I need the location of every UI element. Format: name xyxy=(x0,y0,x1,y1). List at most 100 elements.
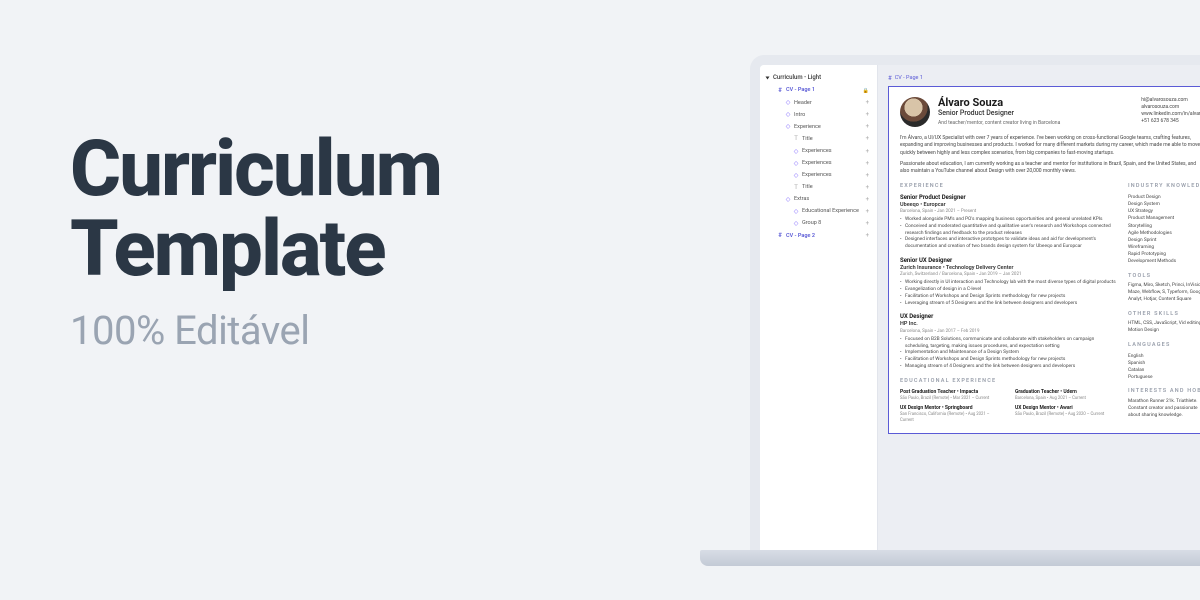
education-meta: São Paulo, Brazil (Remote) • Mar 2021 – … xyxy=(900,396,1001,402)
layer-row[interactable]: ◇Experiences+ xyxy=(760,170,877,182)
education-item: Graduation Teacher • UdernBarcelona, Spa… xyxy=(1015,389,1116,401)
education-column: Post Graduation Teacher • ImpactaSão Pau… xyxy=(900,389,1001,424)
device-frame: Curriculum - Light #CV - Page 1🔒◇Header+… xyxy=(750,55,1200,550)
hero-title-line1: Curriculum xyxy=(70,124,441,215)
frame-icon: # xyxy=(777,87,783,95)
component-icon: ◇ xyxy=(785,99,791,107)
component-icon: ◇ xyxy=(785,123,791,131)
side-list-item: Catalan xyxy=(1128,367,1200,374)
hero: Curriculum Template 100% Editável xyxy=(70,130,441,354)
layer-row[interactable]: #CV - Page 2+ xyxy=(760,230,877,242)
component-icon: ◇ xyxy=(793,172,799,180)
resume-main-column: EXPERIENCE Senior Product DesignerUbeeqo… xyxy=(900,183,1116,423)
canvas-frame-tab[interactable]: # CV - Page 1 xyxy=(888,75,923,83)
resume-name: Álvaro Souza xyxy=(938,97,1060,109)
side-list-item: Spanish xyxy=(1128,360,1200,367)
side-heading: INTERESTS AND HOB xyxy=(1128,388,1200,395)
text-icon: T xyxy=(793,135,799,143)
layer-row-label: Group 8 xyxy=(802,220,821,227)
layer-row-label: Experiences xyxy=(802,148,832,155)
layer-row[interactable]: ◇Experience + xyxy=(760,121,877,133)
layer-row[interactable]: ◇Group 8 + xyxy=(760,218,877,230)
add-icon[interactable]: + xyxy=(866,123,871,131)
education-meta: San Francisco, California (Remote) • Aug… xyxy=(900,412,1001,423)
add-icon[interactable]: + xyxy=(866,135,871,143)
side-list-item: Product Design xyxy=(1128,194,1200,201)
resume-role: Senior Product Designer xyxy=(938,109,1060,118)
lock-icon[interactable]: 🔒 xyxy=(863,88,871,95)
add-icon[interactable]: + xyxy=(866,160,871,168)
job-bullet: Facilitation of Workshops and Design Spr… xyxy=(900,294,1116,301)
layer-row-label: Experience xyxy=(794,124,821,131)
layer-row-label: Title xyxy=(802,136,813,143)
frame-icon: # xyxy=(777,232,783,240)
component-icon: ◇ xyxy=(793,220,799,228)
resume-tagline: And teacher/mentor, content creator livi… xyxy=(938,120,1060,127)
side-list-item: Portuguese xyxy=(1128,374,1200,381)
job-company: HP Inc. xyxy=(900,321,1116,328)
side-text: Figma, Miro, Sketch, Princi, InVision, M… xyxy=(1128,283,1200,304)
job: Senior UX DesignerZurich Insurance • Tec… xyxy=(900,257,1116,307)
contact-line: hi@alvarosouza.com xyxy=(1141,97,1200,104)
layer-row[interactable]: #CV - Page 1🔒 xyxy=(760,85,877,97)
layer-row[interactable]: ◇Educational Experience+ xyxy=(760,206,877,218)
add-icon[interactable]: + xyxy=(866,196,871,204)
job-title: Senior Product Designer xyxy=(900,194,1116,202)
education-item: UX Design Mentor • SpringboardSan Franci… xyxy=(900,405,1001,423)
resume-body: EXPERIENCE Senior Product DesignerUbeeqo… xyxy=(900,183,1200,423)
education-title: UX Design Mentor • Springboard xyxy=(900,405,1001,412)
job-bullet: Conceived and moderated quantitative and… xyxy=(900,224,1116,237)
add-icon[interactable]: + xyxy=(866,220,871,228)
education-title: Post Graduation Teacher • Impacta xyxy=(900,389,1001,396)
layer-row[interactable]: TTitle+ xyxy=(760,182,877,194)
education-meta: Barcelona, Spain • Aug 2021 – Current xyxy=(1015,396,1116,402)
resume-page[interactable]: Álvaro Souza Senior Product Designer And… xyxy=(888,86,1200,434)
component-icon: ◇ xyxy=(793,148,799,156)
caret-down-icon xyxy=(766,77,770,80)
education-heading: EDUCATIONAL EXPERIENCE xyxy=(900,378,1116,385)
education-item: Post Graduation Teacher • ImpactaSão Pau… xyxy=(900,389,1001,401)
layer-row[interactable]: ◇Extras+ xyxy=(760,194,877,206)
layer-row[interactable]: ◇Experiences + xyxy=(760,146,877,158)
contact-line: alvarosouza.com xyxy=(1141,104,1200,111)
layer-row[interactable]: ◇Intro+ xyxy=(760,109,877,121)
job-bullets: Working directly in UI interaction and T… xyxy=(900,280,1116,307)
job: Senior Product DesignerUbeeqo • Europcar… xyxy=(900,194,1116,251)
job-bullet: Focused on B2B Solutions, communicate an… xyxy=(900,337,1116,350)
job-bullet: Leveraging stream of 5 Designers and the… xyxy=(900,301,1116,308)
resume-header: Álvaro Souza Senior Product Designer And… xyxy=(900,97,1200,127)
intro-paragraph: I'm Álvaro, a UI/UX Specialist with over… xyxy=(900,135,1200,157)
job-bullet: Facilitation of Workshops and Design Spr… xyxy=(900,357,1116,364)
contact-line: www.linkedin.com/in/alvaros xyxy=(1141,111,1200,118)
add-icon[interactable]: + xyxy=(866,148,871,156)
job-title: Senior UX Designer xyxy=(900,257,1116,265)
add-icon[interactable]: + xyxy=(866,111,871,119)
add-icon[interactable]: + xyxy=(866,208,871,216)
resume-identity: Álvaro Souza Senior Product Designer And… xyxy=(938,97,1060,126)
side-text: HTML, CSS, JavaScript, Vid editing, Moti… xyxy=(1128,321,1200,335)
add-icon[interactable]: + xyxy=(866,232,871,240)
job-bullet: Evangelization of design in a C-level xyxy=(900,287,1116,294)
layer-row-label: Extras xyxy=(794,196,809,203)
job-bullet: Designed interfaces and interactive prot… xyxy=(900,237,1116,250)
layer-row-label: Educational Experience xyxy=(802,208,859,215)
add-icon[interactable]: + xyxy=(866,99,871,107)
side-heading: INDUSTRY KNOWLED xyxy=(1128,183,1200,190)
layer-row-label: Experiences xyxy=(802,160,832,167)
layer-row[interactable]: ◇Experiences+ xyxy=(760,158,877,170)
education-title: Graduation Teacher • Udern xyxy=(1015,389,1116,396)
side-list-item: Development Methods xyxy=(1128,258,1200,265)
layer-row[interactable]: TTitle + xyxy=(760,133,877,145)
layer-row[interactable]: ◇Header+ xyxy=(760,97,877,109)
side-list-item: Design Sprint xyxy=(1128,237,1200,244)
education-grid: Post Graduation Teacher • ImpactaSão Pau… xyxy=(900,389,1116,424)
canvas[interactable]: # CV - Page 1 Álvaro Souza Senior Produc… xyxy=(878,65,1200,550)
side-block: LANGUAGESEnglishSpanishCatalanPortuguese xyxy=(1128,342,1200,381)
add-icon[interactable]: + xyxy=(866,172,871,180)
avatar xyxy=(900,97,930,127)
side-heading: TOOLS xyxy=(1128,273,1200,280)
hero-subtitle: 100% Editável xyxy=(70,307,441,354)
add-icon[interactable]: + xyxy=(866,184,871,192)
layers-root[interactable]: Curriculum - Light xyxy=(760,71,877,85)
education-column: Graduation Teacher • UdernBarcelona, Spa… xyxy=(1015,389,1116,424)
